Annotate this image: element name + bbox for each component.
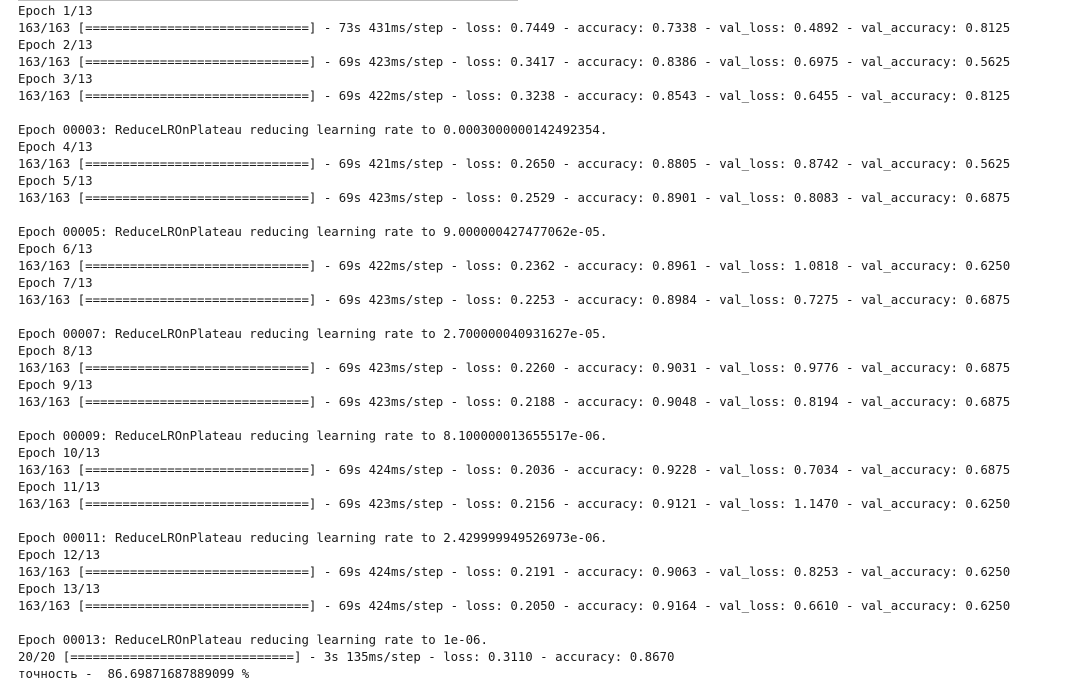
log-line: Epoch 00011: ReduceLROnPlateau reducing … <box>18 530 608 545</box>
log-line: Epoch 3/13 <box>18 71 93 86</box>
log-line: Epoch 2/13 <box>18 37 93 52</box>
log-line: 163/163 [==============================]… <box>18 54 1011 69</box>
log-line: 163/163 [==============================]… <box>18 462 1011 477</box>
log-line: Epoch 00005: ReduceLROnPlateau reducing … <box>18 224 608 239</box>
log-line: 163/163 [==============================]… <box>18 292 1011 307</box>
log-line: Epoch 00009: ReduceLROnPlateau reducing … <box>18 428 608 443</box>
log-line: 163/163 [==============================]… <box>18 496 1011 511</box>
log-line: Epoch 11/13 <box>18 479 101 494</box>
log-line: Epoch 1/13 <box>18 3 93 18</box>
log-line: 163/163 [==============================]… <box>18 88 1011 103</box>
log-line: Epoch 13/13 <box>18 581 101 596</box>
log-line: Epoch 9/13 <box>18 377 93 392</box>
log-line: 20/20 [==============================] -… <box>18 649 675 664</box>
log-line: 163/163 [==============================]… <box>18 564 1011 579</box>
log-line: Epoch 5/13 <box>18 173 93 188</box>
evaluate-progress-line: точность - 86.69871687889099 % <box>18 666 250 681</box>
log-line: 163/163 [==============================]… <box>18 156 1011 171</box>
log-line: Epoch 10/13 <box>18 445 101 460</box>
log-line: Epoch 00003: ReduceLROnPlateau reducing … <box>18 122 608 137</box>
log-line: 163/163 [==============================]… <box>18 20 1011 35</box>
training-log-output: Epoch 1/13 163/163 [=====================… <box>18 2 1010 699</box>
log-line: Epoch 6/13 <box>18 241 93 256</box>
log-line: Epoch 8/13 <box>18 343 93 358</box>
log-line: 163/163 [==============================]… <box>18 394 1011 409</box>
log-line: Epoch 12/13 <box>18 547 101 562</box>
log-line: 163/163 [==============================]… <box>18 190 1011 205</box>
log-line: Epoch 00007: ReduceLROnPlateau reducing … <box>18 326 608 341</box>
log-line: 163/163 [==============================]… <box>18 598 1011 613</box>
cell-top-divider <box>18 0 518 1</box>
log-line: Epoch 00013: ReduceLROnPlateau reducing … <box>18 632 488 647</box>
log-line: 163/163 [==============================]… <box>18 258 1011 273</box>
final-accuracy-line <box>18 682 1010 699</box>
log-line: Epoch 4/13 <box>18 139 93 154</box>
log-line: Epoch 7/13 <box>18 275 93 290</box>
log-line: 163/163 [==============================]… <box>18 360 1011 375</box>
